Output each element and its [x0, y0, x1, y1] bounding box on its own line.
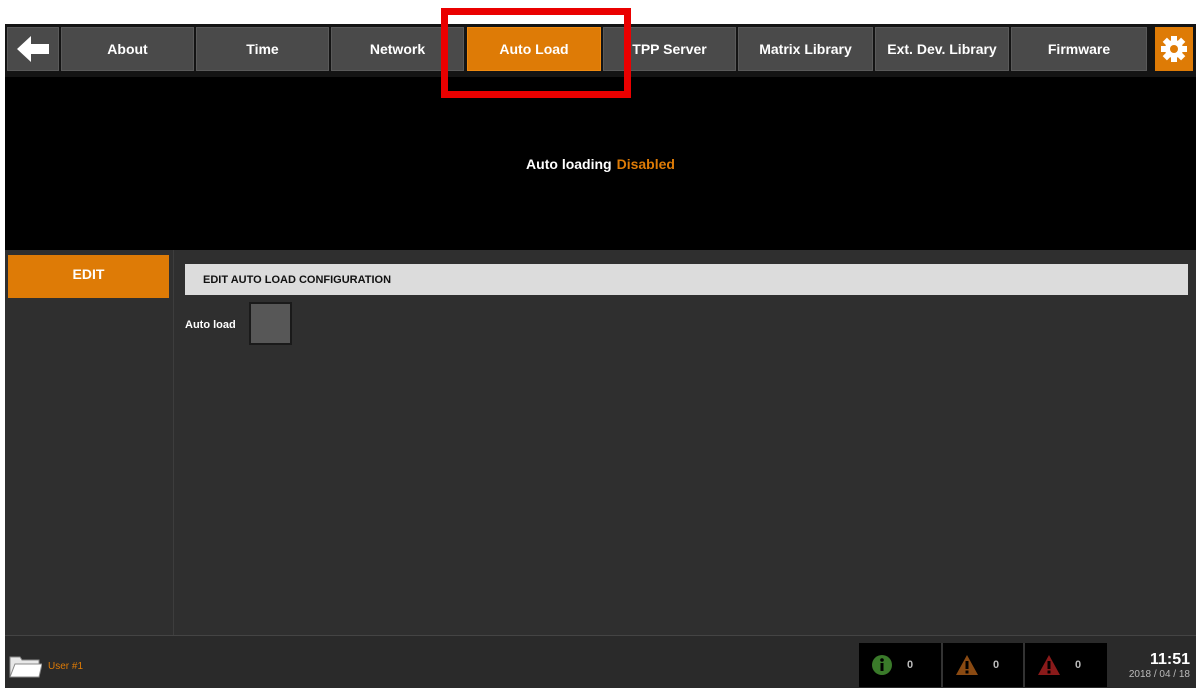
- error-icon: [1038, 655, 1060, 675]
- auto-loading-status: Disabled: [616, 155, 675, 172]
- top-tab-bar: About Time Network Auto Load TPP Server …: [5, 24, 1196, 77]
- user-label: User #1: [48, 661, 84, 672]
- clock: 11:51 2018 / 04 / 18: [1129, 651, 1190, 681]
- edit-button[interactable]: EDIT: [8, 255, 169, 298]
- folder-icon: [9, 656, 43, 678]
- info-notifications[interactable]: 0: [859, 643, 941, 687]
- error-notifications[interactable]: 0: [1023, 643, 1105, 687]
- clock-date: 2018 / 04 / 18: [1128, 669, 1190, 680]
- settings-button[interactable]: [1155, 27, 1193, 71]
- tab-matrix-library[interactable]: Matrix Library: [738, 27, 873, 71]
- error-count: 0: [1075, 659, 1082, 671]
- warning-icon: [956, 655, 978, 675]
- tab-firmware[interactable]: Firmware: [1011, 27, 1147, 71]
- gear-icon: [1161, 36, 1187, 62]
- folder-button[interactable]: [9, 655, 43, 684]
- tab-ext-dev-library[interactable]: Ext. Dev. Library: [875, 27, 1009, 71]
- warning-count: 0: [993, 659, 1000, 671]
- auto-load-label: Auto load: [185, 319, 236, 331]
- info-icon: [872, 655, 892, 675]
- arrow-left-icon: [17, 36, 49, 62]
- status-bar: User #1 0 0 0 11:51 2018 / 04 / 18: [5, 635, 1196, 688]
- clock-time: 11:51: [1149, 651, 1190, 668]
- auto-loading-label: Auto loading: [526, 155, 612, 172]
- tab-about[interactable]: About: [61, 27, 194, 71]
- main-content: EDIT AUTO LOAD CONFIGURATION Auto load: [174, 250, 1196, 635]
- section-title: EDIT AUTO LOAD CONFIGURATION: [185, 264, 1188, 295]
- back-button[interactable]: [7, 27, 59, 71]
- tab-tpp-server[interactable]: TPP Server: [603, 27, 736, 71]
- tab-network[interactable]: Network: [331, 27, 464, 71]
- tab-time[interactable]: Time: [196, 27, 329, 71]
- warning-notifications[interactable]: 0: [941, 643, 1023, 687]
- auto-load-checkbox[interactable]: [249, 302, 292, 345]
- sidebar: EDIT: [5, 250, 174, 635]
- notification-group: 0 0 0: [859, 643, 1107, 687]
- app-window: About Time Network Auto Load TPP Server …: [5, 24, 1196, 688]
- auto-loading-status-panel: Auto loading Disabled: [5, 77, 1196, 250]
- tab-auto-load[interactable]: Auto Load: [467, 27, 601, 71]
- info-count: 0: [907, 659, 914, 671]
